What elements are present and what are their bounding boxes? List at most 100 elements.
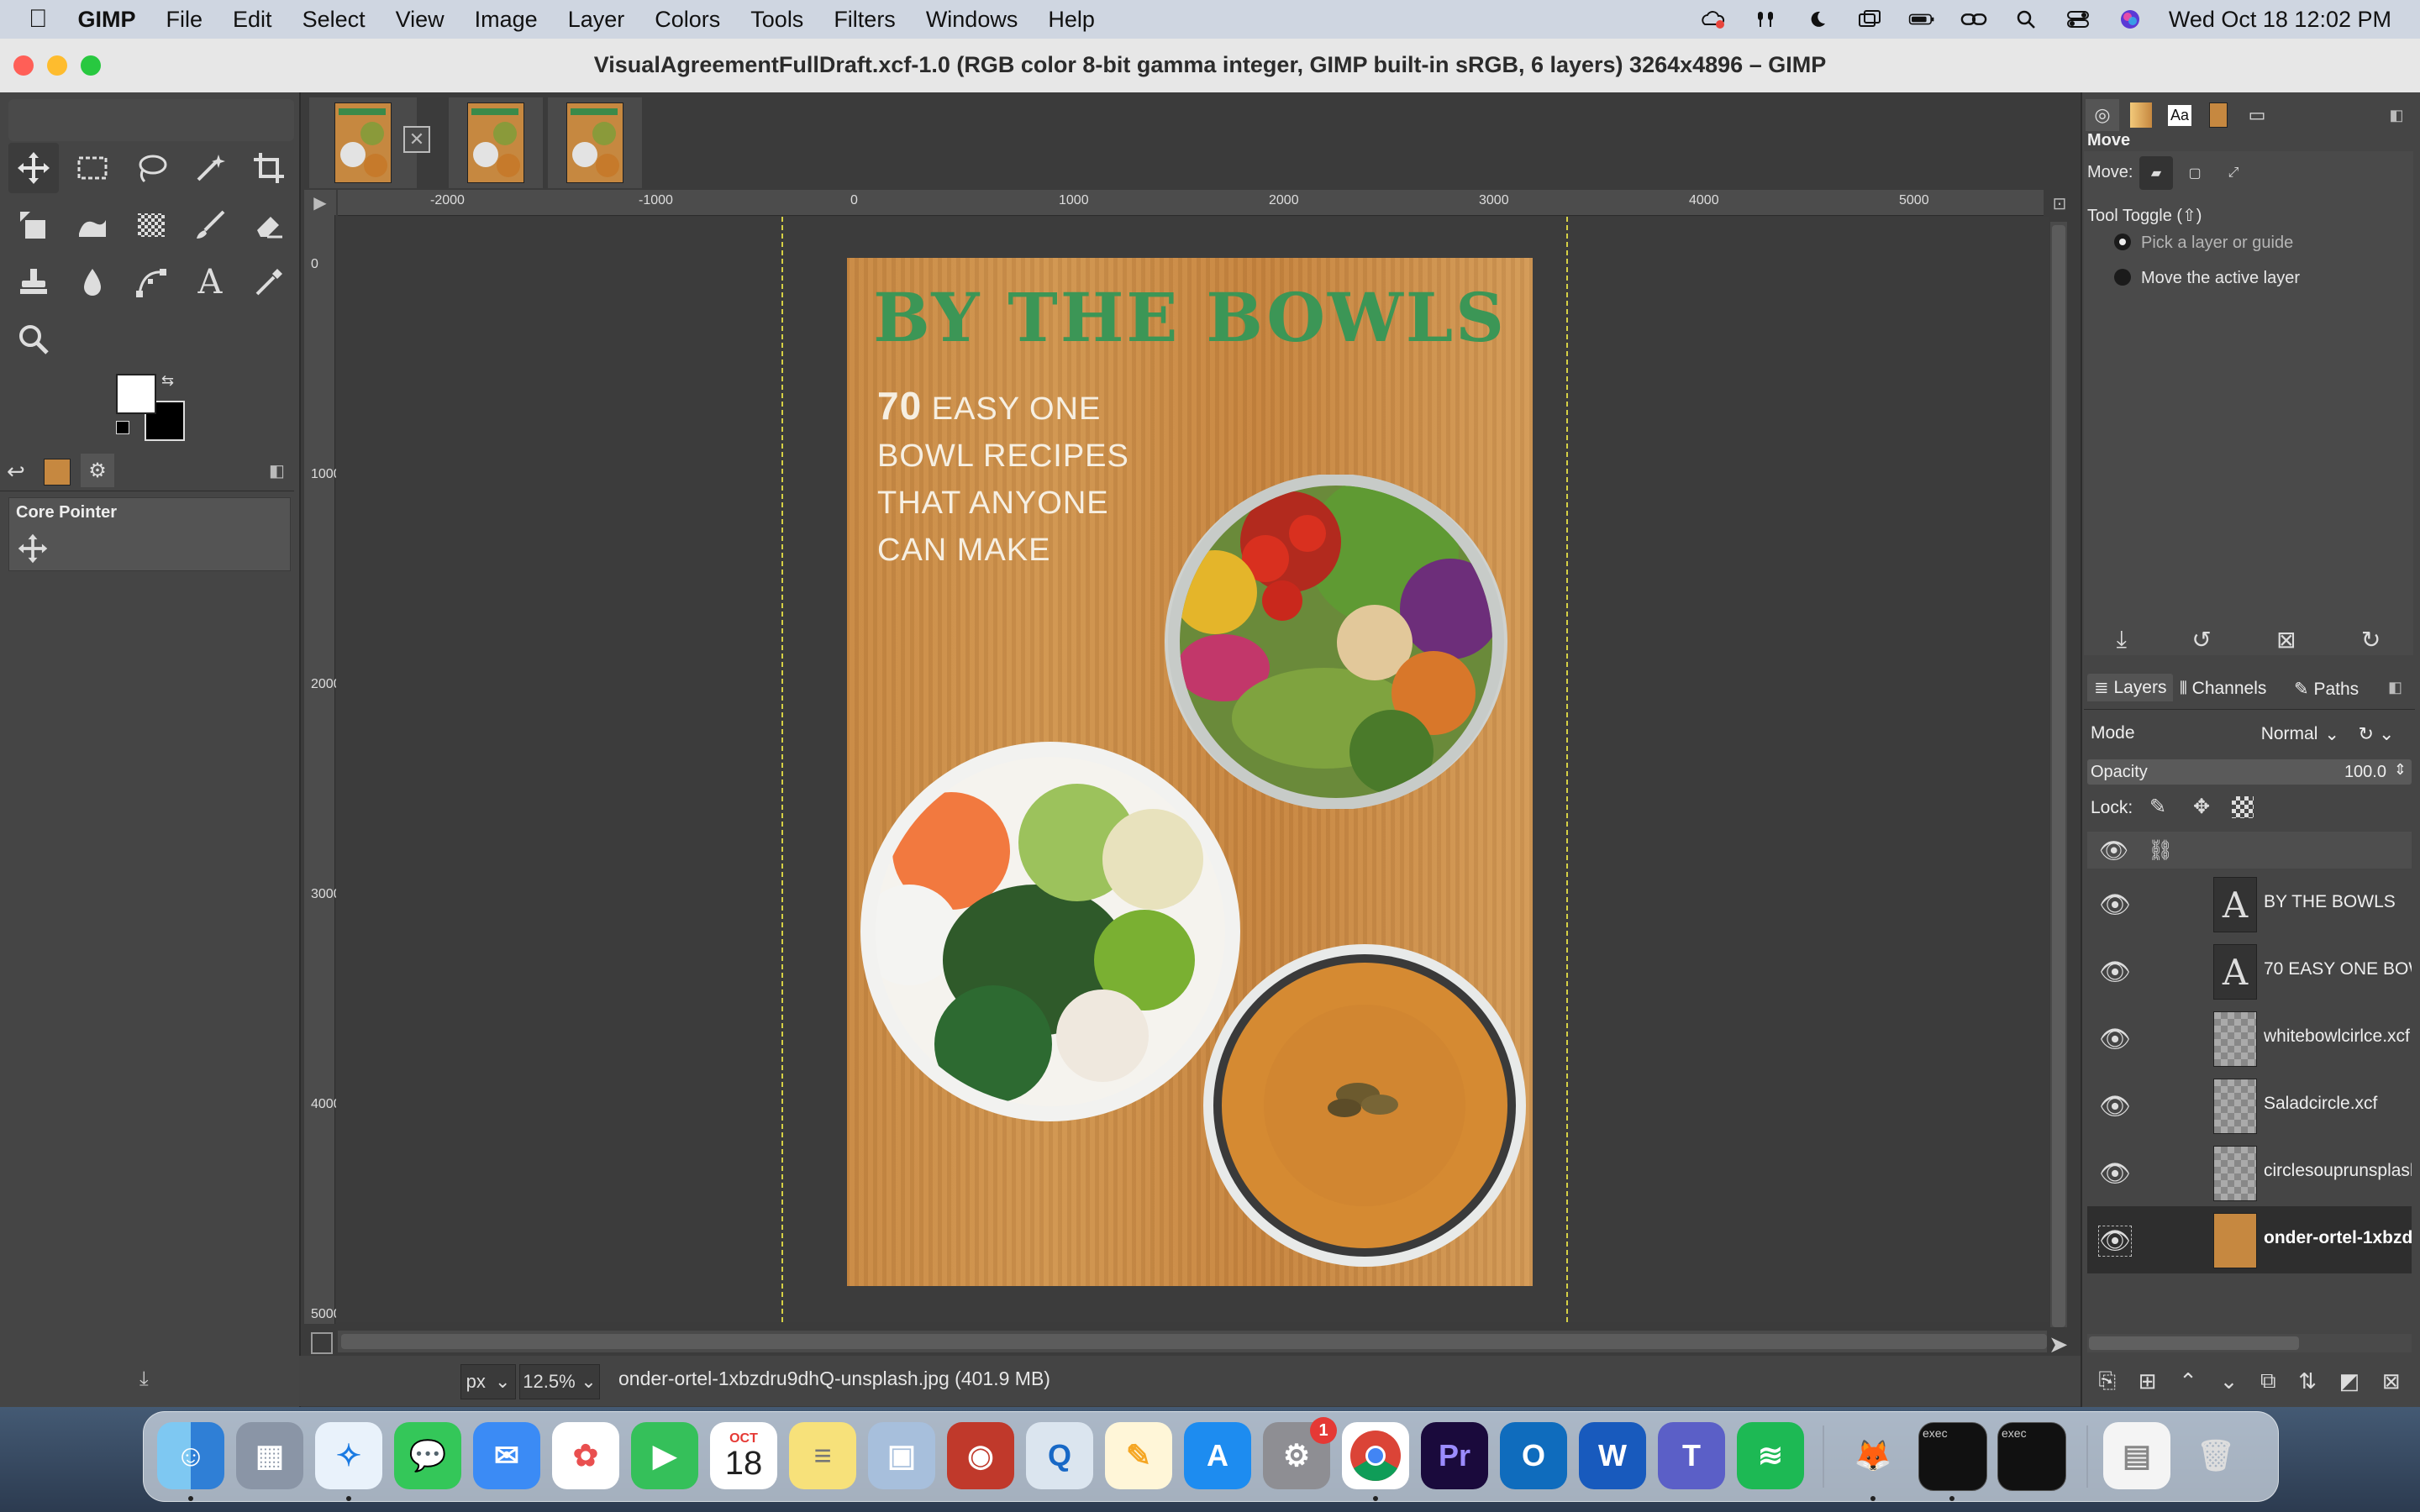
menu-image[interactable]: Image [475, 7, 538, 33]
layer-mode-select[interactable]: Normal ⌄ [2222, 718, 2339, 750]
system-settings-icon[interactable]: ⚙ 1 [1263, 1417, 1337, 1489]
layer-row[interactable]: 👁 Saladcircle.xcf [2087, 1072, 2412, 1139]
menubar-clock[interactable]: Wed Oct 18 12:02 PM [2169, 7, 2391, 33]
tool-options-tab-icon[interactable]: ◎ [2086, 99, 2119, 131]
layer-row[interactable]: 👁 A 70 EASY ONE BOWL [2087, 937, 2412, 1005]
move-path-mode-icon[interactable]: ⤢ [2217, 156, 2250, 190]
delete-layer-icon[interactable]: ⊠ [2382, 1368, 2401, 1394]
display-tab-icon[interactable]: ▭ [2240, 99, 2274, 131]
pick-layer-radio[interactable] [2114, 234, 2131, 250]
new-layer-group-icon[interactable]: ⊞ [2139, 1368, 2157, 1394]
safari-icon[interactable]: ✧ [315, 1422, 382, 1489]
default-colors-icon[interactable] [116, 421, 129, 434]
rect-select-tool-icon[interactable] [67, 143, 118, 193]
finder-icon[interactable]: ☺ [157, 1422, 224, 1489]
calendar-icon[interactable]: OCT 18 [710, 1422, 777, 1489]
new-layer-icon[interactable]: ⎘ [2098, 1368, 2116, 1394]
close-image-tab-icon[interactable]: ✕ [403, 126, 430, 153]
image-tab-3[interactable] [548, 97, 642, 188]
move-active-layer-radio[interactable] [2114, 269, 2131, 286]
tab-channels[interactable]: ⫴ Channels [2180, 679, 2266, 699]
duplicate-layer-icon[interactable]: ⧉ [2260, 1368, 2276, 1394]
visibility-eye-icon[interactable]: 👁 [2099, 890, 2131, 920]
gimp-icon[interactable]: 🦊 [1839, 1422, 1907, 1489]
anchor-layer-icon[interactable]: ⇅ [2298, 1368, 2317, 1394]
gradient-tool-icon[interactable] [126, 200, 176, 250]
poster-image[interactable]: BY THE BOWLS 70 EASY ONE BOWL RECIPES TH… [847, 258, 1533, 1286]
image-tab-1[interactable] [309, 97, 417, 188]
word-icon[interactable]: W [1579, 1422, 1646, 1489]
vertical-guide[interactable] [1566, 217, 1568, 1322]
raise-layer-icon[interactable]: ⌃ [2179, 1368, 2197, 1394]
mode-reset-icon[interactable]: ↻ ⌄ [2343, 718, 2410, 750]
photo-booth-icon[interactable]: ◉ [947, 1422, 1014, 1489]
messages-icon[interactable]: 💬 [394, 1422, 461, 1489]
layer-row[interactable]: 👁 circlesouprunsplash [2087, 1139, 2412, 1206]
dock-menu-icon[interactable]: ◧ [269, 460, 285, 481]
mail-icon[interactable]: ✉ [473, 1422, 540, 1489]
layer-row[interactable]: 👁 A BY THE BOWLS [2087, 870, 2412, 937]
menu-view[interactable]: View [396, 7, 445, 33]
trash-icon[interactable]: 🗑 [2182, 1422, 2249, 1489]
fuzzy-select-tool-icon[interactable] [185, 143, 235, 193]
control-center-icon[interactable] [2065, 9, 2091, 29]
launchpad-icon[interactable]: ▦ [236, 1422, 303, 1489]
paintbrush-tool-icon[interactable] [185, 200, 235, 250]
tab-layers[interactable]: ≣ Layers [2087, 674, 2174, 701]
siri-icon[interactable] [2117, 9, 2144, 29]
visibility-eye-icon[interactable]: 👁 [2099, 958, 2131, 987]
clone-tool-icon[interactable] [8, 257, 59, 307]
documents-stack-icon[interactable]: ▤ [2103, 1422, 2170, 1489]
zoom-tool-icon[interactable] [8, 314, 59, 365]
mask-layer-icon[interactable]: ◩ [2339, 1368, 2360, 1394]
canvas-corner-toggle-icon[interactable] [311, 1332, 333, 1354]
battery-icon[interactable] [1908, 9, 1935, 29]
move-tool-icon[interactable] [8, 143, 59, 193]
fg-bg-color-selector[interactable]: ⇆ [116, 372, 187, 444]
unified-transform-tool-icon[interactable] [8, 200, 59, 250]
zoom-selector[interactable]: 12.5% ⌄ [519, 1364, 600, 1399]
photos-icon[interactable]: ✿ [552, 1422, 619, 1489]
restore-tool-preset-icon[interactable]: ↺ [2191, 626, 2211, 654]
menu-select[interactable]: Select [302, 7, 366, 33]
image-tab-2[interactable] [449, 97, 543, 188]
tab-paths[interactable]: ✎ Paths [2294, 679, 2359, 700]
move-selection-mode-icon[interactable]: ▢ [2178, 156, 2212, 190]
visibility-eye-icon[interactable]: 👁 [2099, 1025, 2131, 1054]
move-layer-mode-icon[interactable]: ▰ [2139, 156, 2173, 190]
focus-moon-icon[interactable] [1804, 9, 1831, 29]
app-menu-gimp[interactable]: GIMP [78, 7, 136, 33]
display-icon[interactable] [1856, 9, 1883, 29]
gradients-tab-icon[interactable] [2124, 99, 2158, 131]
zoom-image-when-window-size-changes-icon[interactable]: ⊡ [2047, 192, 2072, 215]
creative-cloud-icon[interactable] [1700, 9, 1727, 29]
reset-tool-options-icon[interactable]: ↻ [2361, 626, 2381, 654]
paths-tool-icon[interactable] [126, 257, 176, 307]
terminal-exec-2-icon[interactable]: exec [1997, 1422, 2066, 1491]
menu-edit[interactable]: Edit [233, 7, 272, 33]
navigate-image-icon[interactable]: ➤ [2049, 1331, 2068, 1358]
lower-layer-icon[interactable]: ⌄ [2220, 1368, 2238, 1394]
color-picker-tool-icon[interactable] [244, 257, 294, 307]
vertical-guide[interactable] [781, 217, 783, 1322]
menu-filters[interactable]: Filters [834, 7, 896, 33]
menu-help[interactable]: Help [1048, 7, 1095, 33]
swap-colors-icon[interactable]: ⇆ [161, 372, 174, 390]
horizontal-ruler[interactable]: -2000 -1000 0 1000 2000 3000 4000 5000 [338, 190, 2044, 216]
delete-tool-preset-icon[interactable]: ⊠ [2276, 626, 2296, 654]
spotify-icon[interactable]: ≋ [1737, 1422, 1804, 1489]
dock-menu-icon[interactable]: ◧ [2388, 679, 2402, 696]
canvas-vertical-scrollbar[interactable] [2050, 222, 2067, 1327]
spin-button-icon[interactable]: ⇕ [2394, 761, 2407, 779]
vertical-ruler[interactable]: 0 1000 2000 3000 4000 5000 [304, 215, 341, 1324]
eraser-tool-icon[interactable] [244, 200, 294, 250]
outlook-icon[interactable]: O [1500, 1422, 1567, 1489]
chrome-icon[interactable] [1342, 1422, 1409, 1489]
visibility-eye-icon[interactable]: 👁 [2097, 1226, 2133, 1257]
menu-colors[interactable]: Colors [655, 7, 720, 33]
teams-icon[interactable]: T [1658, 1422, 1725, 1489]
visibility-eye-icon[interactable]: 👁 [2099, 1159, 2131, 1189]
quick-mask-toggle-icon[interactable]: ▶ [304, 190, 336, 215]
device-status-tab-icon[interactable]: ⚙ [81, 454, 114, 487]
dock-menu-icon[interactable]: ◧ [2380, 99, 2413, 131]
